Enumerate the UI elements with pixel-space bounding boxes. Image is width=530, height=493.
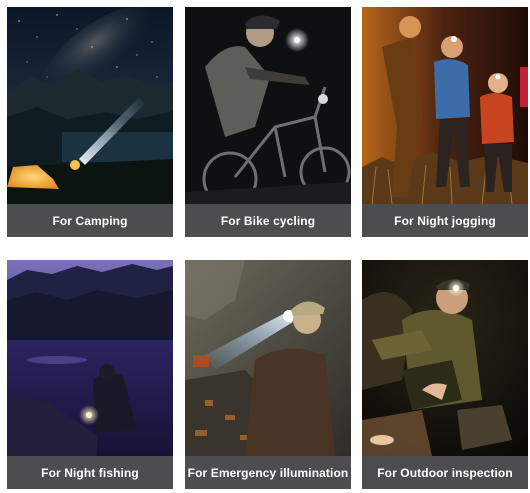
scenario-caption: For Night fishing	[7, 456, 173, 489]
night-fishing-photo	[7, 260, 173, 456]
scenario-card-outdoor-inspection: For Outdoor inspection	[362, 260, 528, 489]
scenario-caption: For Bike cycling	[185, 204, 351, 237]
outdoor-inspection-photo	[362, 260, 528, 456]
scenario-caption: For Camping	[7, 204, 173, 237]
scenario-card-night-jogging: For Night jogging	[362, 7, 528, 237]
emergency-illumination-photo	[185, 260, 351, 456]
scenario-caption: For Emergency illumination	[185, 456, 351, 489]
camping-photo	[7, 7, 173, 204]
scenario-caption: For Outdoor inspection	[362, 456, 528, 489]
scenario-card-bike-cycling: For Bike cycling	[185, 7, 351, 237]
bike-cycling-photo	[185, 7, 351, 204]
scenario-card-night-fishing: For Night fishing	[7, 260, 173, 489]
scenario-card-camping: For Camping	[7, 7, 173, 237]
night-jogging-photo	[362, 7, 528, 204]
scenario-caption: For Night jogging	[362, 204, 528, 237]
scenario-card-emergency-illumination: For Emergency illumination	[185, 260, 351, 489]
